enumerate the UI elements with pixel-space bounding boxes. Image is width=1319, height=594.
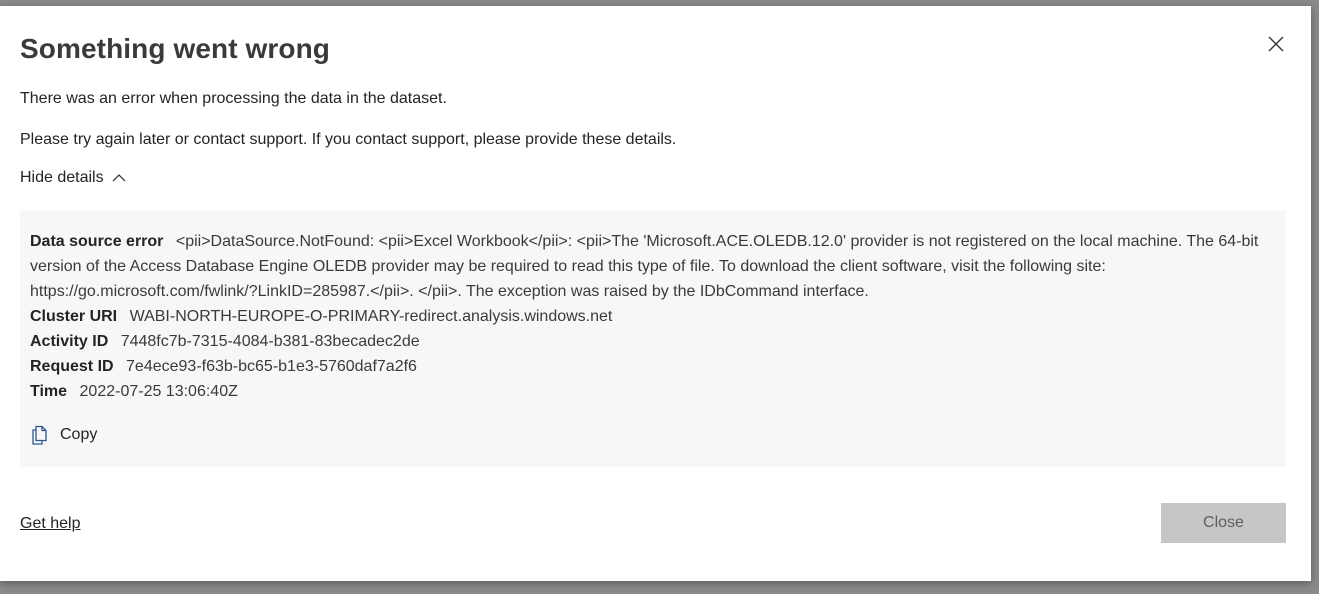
- request-id-label: Request ID: [30, 358, 114, 375]
- data-source-error-label: Data source error: [30, 233, 164, 250]
- request-id-value: 7e4ece93-f63b-bc65-b1e3-5760daf7a2f6: [126, 358, 417, 375]
- close-icon: [1268, 36, 1284, 52]
- time-value: 2022-07-25 13:06:40Z: [79, 383, 238, 400]
- activity-id-label: Activity ID: [30, 333, 109, 350]
- copy-icon: [32, 425, 47, 445]
- cluster-uri-label: Cluster URI: [30, 308, 118, 325]
- error-dialog: Something went wrong There was an error …: [0, 6, 1311, 581]
- get-help-link[interactable]: Get help: [20, 515, 80, 533]
- support-message: Please try again later or contact suppor…: [20, 131, 677, 148]
- data-source-error-value: <pii>DataSource.NotFound: <pii>Excel Wor…: [30, 233, 1259, 300]
- cluster-uri-value: WABI-NORTH-EUROPE-O-PRIMARY-redirect.ana…: [129, 308, 613, 325]
- hide-details-label: Hide details: [20, 169, 104, 186]
- time-row: Time 2022-07-25 13:06:40Z: [30, 379, 1276, 404]
- dialog-close-x-button[interactable]: [1262, 30, 1290, 58]
- data-source-error-row: Data source error <pii>DataSource.NotFou…: [30, 229, 1276, 304]
- copy-label: Copy: [60, 426, 98, 443]
- close-button[interactable]: Close: [1161, 503, 1286, 543]
- error-details-panel: Data source error <pii>DataSource.NotFou…: [20, 210, 1286, 467]
- time-label: Time: [30, 383, 68, 400]
- copy-button[interactable]: Copy: [30, 422, 97, 447]
- error-message: There was an error when processing the d…: [20, 90, 447, 107]
- dialog-title: Something went wrong: [20, 33, 330, 64]
- request-id-row: Request ID 7e4ece93-f63b-bc65-b1e3-5760d…: [30, 354, 1276, 379]
- cluster-uri-row: Cluster URI WABI-NORTH-EUROPE-O-PRIMARY-…: [30, 304, 1276, 329]
- activity-id-value: 7448fc7b-7315-4084-b381-83becadec2de: [120, 333, 420, 350]
- activity-id-row: Activity ID 7448fc7b-7315-4084-b381-83be…: [30, 329, 1276, 354]
- chevron-up-icon: [112, 174, 126, 182]
- hide-details-toggle[interactable]: Hide details: [20, 169, 126, 187]
